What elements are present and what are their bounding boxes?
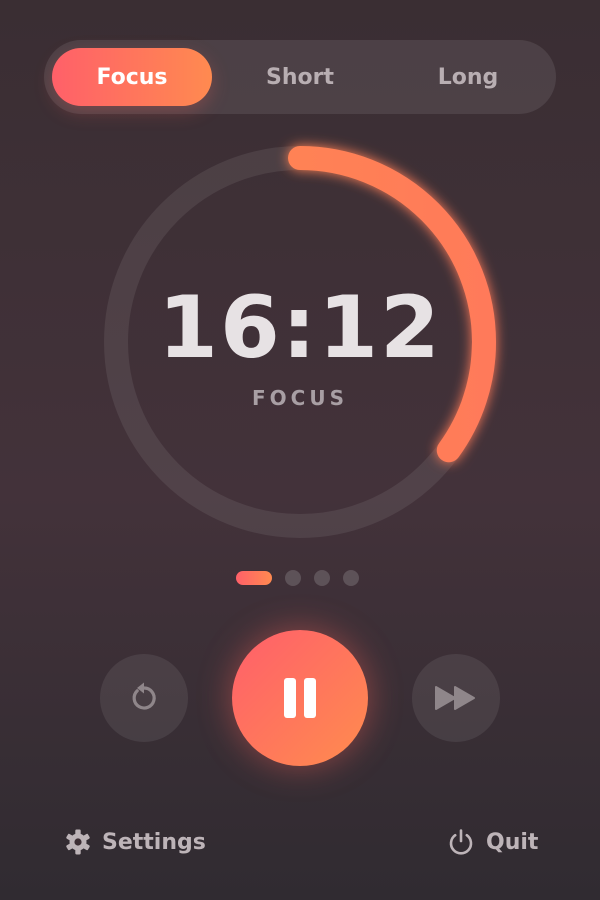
session-dot [343,570,359,586]
restart-icon [132,682,156,710]
mode-label: FOCUS [252,386,348,410]
session-indicator [236,570,359,586]
power-icon [449,829,473,855]
session-dot [285,570,301,586]
pause-button[interactable] [232,630,368,766]
time-remaining: 16:12 [158,278,442,378]
pomodoro-timer-app: Focus Short Long 16:12 FOCUS Settings Qu… [0,0,600,900]
quit-label: Quit [486,829,539,855]
quit-button[interactable]: Quit [446,820,538,864]
settings-label: Settings [102,829,206,855]
reset-button[interactable] [100,654,188,742]
pause-icon [284,678,316,718]
skip-button[interactable] [412,654,500,742]
session-dot-active [236,571,272,585]
fast-forward-icon [435,686,475,710]
settings-button[interactable]: Settings [64,820,206,864]
gear-icon [66,829,90,855]
session-dot [314,570,330,586]
